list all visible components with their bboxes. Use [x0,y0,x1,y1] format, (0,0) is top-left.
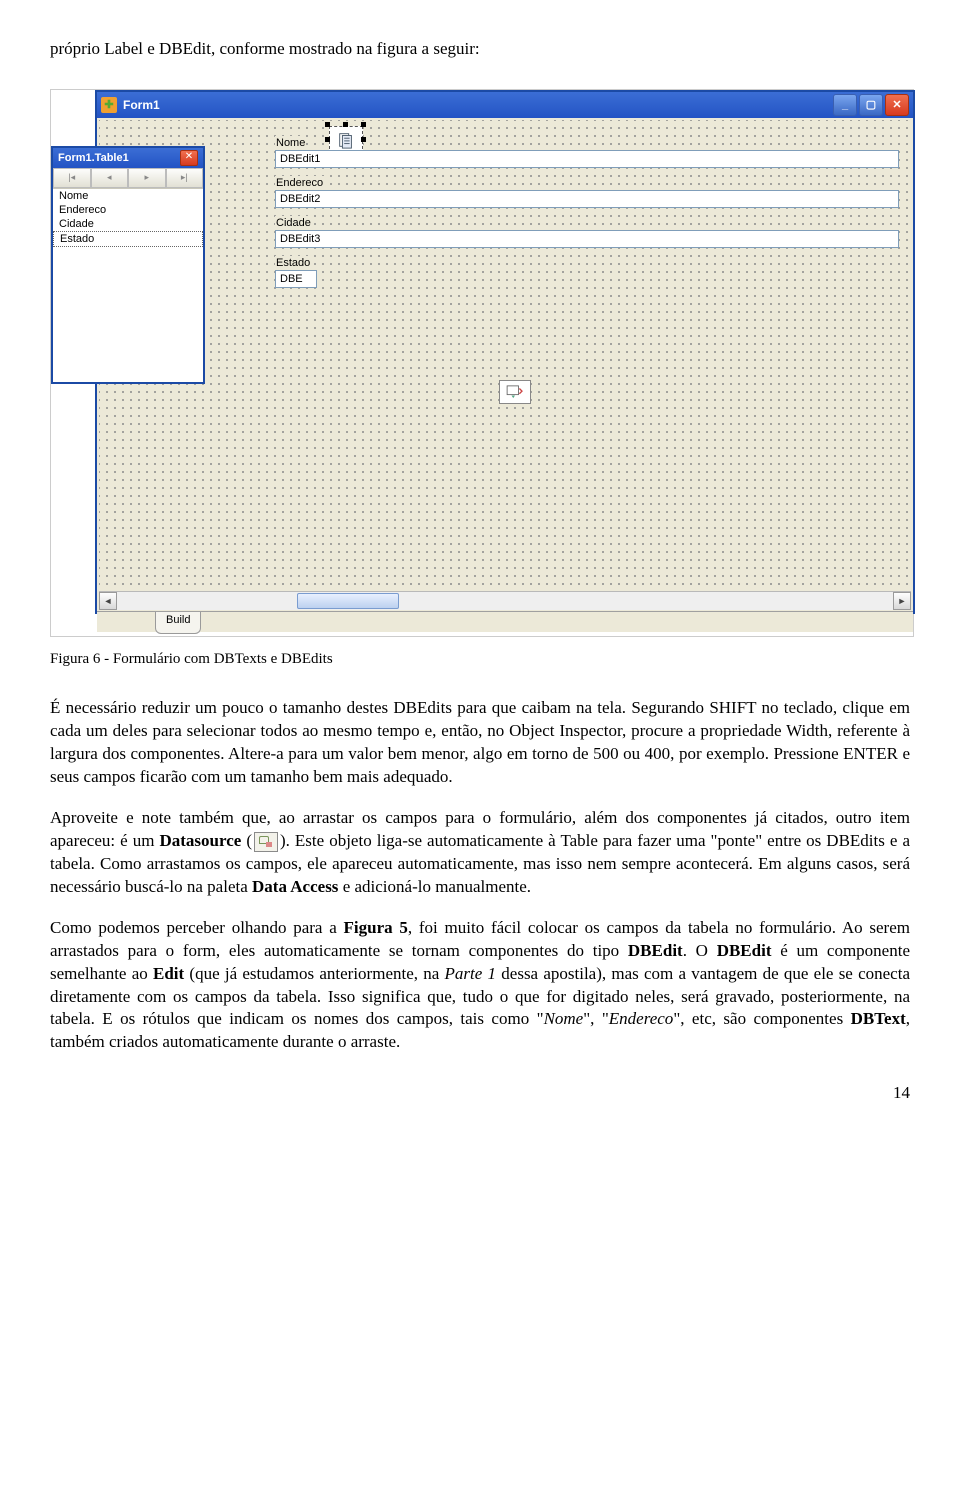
dbedit-endereco[interactable]: DBEdit2 [275,190,899,208]
maximize-button[interactable]: ▢ [859,94,883,116]
label-endereco[interactable]: Endereco [275,176,324,191]
nav-last-button[interactable]: ▸| [166,168,204,188]
delphi-app-icon: ✚ [101,97,117,113]
intro-text: próprio Label e DBEdit, conforme mostrad… [50,38,910,61]
paragraph-2: Aproveite e note também que, ao arrastar… [50,807,910,899]
fields-editor-window: Form1.Table1 ✕ |◂ ◂ ▸ ▸| Nome Endereco C… [51,146,205,384]
fields-list[interactable]: Nome Endereco Cidade Estado [53,189,203,247]
field-item-endereco[interactable]: Endereco [53,203,203,217]
form1-window: ✚ Form1 _ ▢ ✕ No [95,90,915,614]
page-number: 14 [50,1082,910,1105]
datasource-component[interactable] [499,380,531,404]
field-item-nome[interactable]: Nome [53,189,203,203]
scroll-right-button[interactable]: ► [893,592,911,610]
fields-editor-title: Form1.Table1 [58,152,129,164]
fields-editor-navigator: |◂ ◂ ▸ ▸| [53,168,203,189]
horizontal-scrollbar[interactable]: ◄ ► [99,591,911,610]
paragraph-1: É necessário reduzir um pouco o tamanho … [50,697,910,789]
form1-client-area[interactable]: Nome DBEdit1 Endereco DBEdit2 Cidade DBE… [99,120,911,610]
nav-next-button[interactable]: ▸ [128,168,166,188]
figure-caption: Figura 6 - Formulário com DBTexts e DBEd… [50,649,910,669]
label-estado[interactable]: Estado [275,256,311,271]
nav-prior-button[interactable]: ◂ [91,168,129,188]
ide-tabstrip: Build [97,611,913,632]
label-cidade[interactable]: Cidade [275,216,312,231]
fields-editor-titlebar[interactable]: Form1.Table1 ✕ [53,148,203,168]
dbedit-estado[interactable]: DBE [275,270,317,288]
nav-first-button[interactable]: |◂ [53,168,91,188]
form1-title: Form1 [123,97,160,113]
fields-editor-close-button[interactable]: ✕ [180,150,198,166]
scroll-track[interactable] [117,592,893,610]
paragraph-3: Como podemos perceber olhando para a Fig… [50,917,910,1055]
scroll-left-button[interactable]: ◄ [99,592,117,610]
dbedit-cidade[interactable]: DBEdit3 [275,230,899,248]
scroll-thumb[interactable] [297,593,399,609]
figure-6: ✚ Form1 _ ▢ ✕ No [50,89,914,637]
datasource-icon [254,832,278,852]
minimize-button[interactable]: _ [833,94,857,116]
label-nome[interactable]: Nome [275,136,306,151]
field-item-estado[interactable]: Estado [53,231,203,247]
close-button[interactable]: ✕ [885,94,909,116]
tab-build[interactable]: Build [155,612,201,634]
field-item-cidade[interactable]: Cidade [53,217,203,231]
dbedit-nome[interactable]: DBEdit1 [275,150,899,168]
form1-titlebar[interactable]: ✚ Form1 _ ▢ ✕ [97,92,913,118]
